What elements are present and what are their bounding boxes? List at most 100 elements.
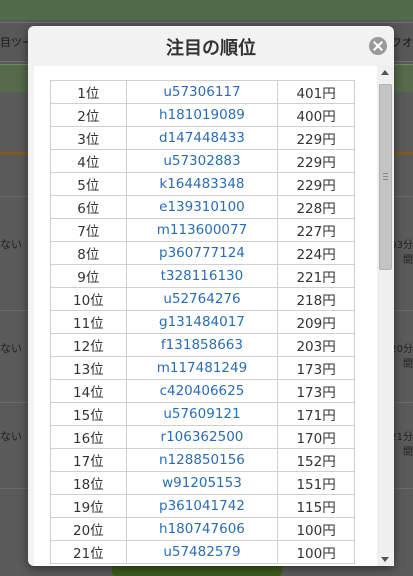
user-link[interactable]: u52764276 [125, 287, 279, 311]
close-icon[interactable] [369, 37, 387, 55]
rank-cell: 1位 [50, 80, 127, 104]
user-link[interactable]: u57482579 [125, 540, 279, 564]
ranking-table-body: 1位 u57306117 401円 2位 h181019089 400円 3位 d147448… [50, 80, 355, 564]
ranking-row: 6位 e139310100 228円 [50, 195, 355, 219]
background-top-bar [0, 0, 413, 20]
ranking-row: 21位 u57482579 100円 [50, 540, 355, 564]
user-link[interactable]: u57609121 [125, 402, 279, 426]
rank-cell: 6位 [50, 195, 127, 219]
amount-cell: 227円 [277, 218, 355, 242]
amount-cell: 229円 [277, 172, 355, 196]
user-link[interactable]: r106362500 [125, 425, 279, 449]
amount-cell: 229円 [277, 126, 355, 150]
amount-cell: 151円 [277, 471, 355, 495]
amount-cell: 221円 [277, 264, 355, 288]
rank-cell: 10位 [50, 287, 127, 311]
ranking-row: 12位 f131858663 203円 [50, 333, 355, 357]
ranking-row: 13位 m117481249 173円 [50, 356, 355, 380]
user-link[interactable]: h181019089 [125, 103, 279, 127]
ranking-row: 8位 p360777124 224円 [50, 241, 355, 265]
scrollbar-grip-line [383, 179, 388, 180]
rank-cell: 19位 [50, 494, 127, 518]
rank-cell: 2位 [50, 103, 127, 127]
amount-cell: 401円 [277, 80, 355, 104]
amount-cell: 173円 [277, 356, 355, 380]
ranking-row: 19位 p361041742 115円 [50, 494, 355, 518]
rank-cell: 7位 [50, 218, 127, 242]
ranking-row: 14位 c420406625 173円 [50, 379, 355, 403]
rank-cell: 5位 [50, 172, 127, 196]
user-link[interactable]: u57302883 [125, 149, 279, 173]
rank-cell: 11位 [50, 310, 127, 334]
user-link[interactable]: g131484017 [125, 310, 279, 334]
ranking-table: 1位 u57306117 401円 2位 h181019089 400円 3位 d147448… [50, 80, 355, 564]
user-link[interactable]: t328116130 [125, 264, 279, 288]
background-nav-right-text: フオ [391, 36, 413, 49]
scrollbar-grip-line [383, 173, 388, 174]
rank-cell: 12位 [50, 333, 127, 357]
user-link[interactable]: d147448433 [125, 126, 279, 150]
amount-cell: 228円 [277, 195, 355, 219]
user-link[interactable]: p360777124 [125, 241, 279, 265]
scroll-down-arrow-icon[interactable] [381, 557, 389, 562]
ranking-row: 18位 w91205153 151円 [50, 471, 355, 495]
ranking-row: 7位 m113600077 227円 [50, 218, 355, 242]
user-link[interactable]: n128850156 [125, 448, 279, 472]
background-row-text: ない [0, 430, 22, 443]
scrollbar-thumb[interactable] [379, 84, 392, 270]
rank-cell: 15位 [50, 402, 127, 426]
user-link[interactable]: f131858663 [125, 333, 279, 357]
user-link[interactable]: e139310100 [125, 195, 279, 219]
modal-title: 注目の順位 [166, 38, 256, 59]
rank-cell: 8位 [50, 241, 127, 265]
background-row-text: ない [0, 238, 22, 251]
ranking-row: 2位 h181019089 400円 [50, 103, 355, 127]
amount-cell: 100円 [277, 517, 355, 541]
ranking-row: 9位 t328116130 221円 [50, 264, 355, 288]
scrollbar[interactable] [377, 66, 394, 566]
user-link[interactable]: w91205153 [125, 471, 279, 495]
amount-cell: 224円 [277, 241, 355, 265]
rank-cell: 20位 [50, 517, 127, 541]
ranking-scroll-area[interactable]: 1位 u57306117 401円 2位 h181019089 400円 3位 d147448… [34, 66, 394, 566]
rank-cell: 18位 [50, 471, 127, 495]
amount-cell: 171円 [277, 402, 355, 426]
ranking-row: 16位 r106362500 170円 [50, 425, 355, 449]
user-link[interactable]: c420406625 [125, 379, 279, 403]
rank-cell: 13位 [50, 356, 127, 380]
ranking-row: 10位 u52764276 218円 [50, 287, 355, 311]
ranking-row: 15位 u57609121 171円 [50, 402, 355, 426]
rank-cell: 9位 [50, 264, 127, 288]
scroll-up-arrow-icon[interactable] [381, 70, 389, 75]
user-link[interactable]: m117481249 [125, 356, 279, 380]
user-link[interactable]: p361041742 [125, 494, 279, 518]
amount-cell: 203円 [277, 333, 355, 357]
amount-cell: 209円 [277, 310, 355, 334]
user-link[interactable]: m113600077 [125, 218, 279, 242]
ranking-row: 1位 u57306117 401円 [50, 80, 355, 104]
amount-cell: 100円 [277, 540, 355, 564]
ranking-row: 20位 h180747606 100円 [50, 517, 355, 541]
user-link[interactable]: u57306117 [125, 80, 279, 104]
ranking-row: 3位 d147448433 229円 [50, 126, 355, 150]
ranking-modal: 注目の順位 1位 u57306117 401円 2位 h181019089 400円 3位 d… [28, 26, 394, 566]
user-link[interactable]: h180747606 [125, 517, 279, 541]
amount-cell: 229円 [277, 149, 355, 173]
rank-cell: 3位 [50, 126, 127, 150]
rank-cell: 14位 [50, 379, 127, 403]
amount-cell: 115円 [277, 494, 355, 518]
amount-cell: 170円 [277, 425, 355, 449]
ranking-row: 4位 u57302883 229円 [50, 149, 355, 173]
rank-cell: 4位 [50, 149, 127, 173]
ranking-row: 17位 n128850156 152円 [50, 448, 355, 472]
ranking-row: 11位 g131484017 209円 [50, 310, 355, 334]
rank-cell: 16位 [50, 425, 127, 449]
ranking-row: 5位 k164483348 229円 [50, 172, 355, 196]
amount-cell: 218円 [277, 287, 355, 311]
rank-cell: 17位 [50, 448, 127, 472]
scrollbar-grip-line [383, 176, 388, 177]
user-link[interactable]: k164483348 [125, 172, 279, 196]
rank-cell: 21位 [50, 540, 127, 564]
background-row-text: ない [0, 342, 22, 355]
amount-cell: 400円 [277, 103, 355, 127]
